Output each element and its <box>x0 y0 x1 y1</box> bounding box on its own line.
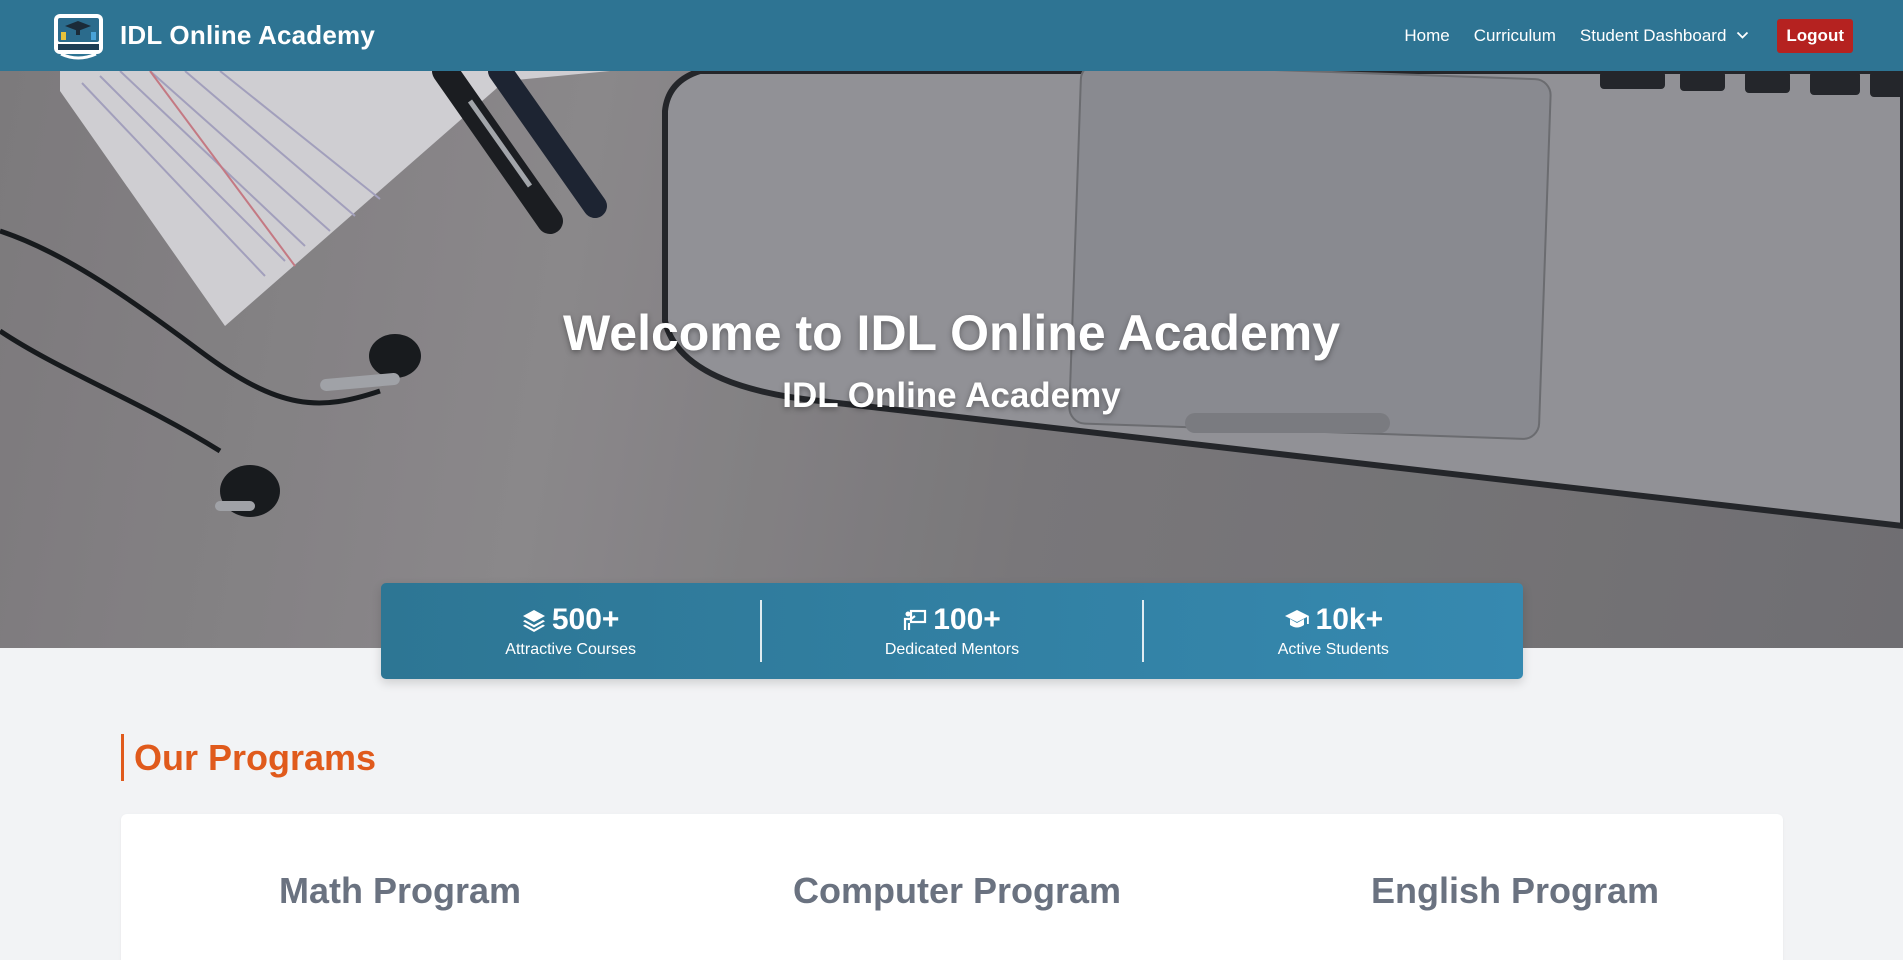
academy-logo-icon <box>51 10 106 62</box>
stats-bar: 500+ Attractive Courses 100+ Dedicated M… <box>381 583 1523 679</box>
stat-courses-label: Attractive Courses <box>505 641 637 658</box>
layers-icon <box>522 608 546 632</box>
nav-link-curriculum[interactable]: Curriculum <box>1474 26 1556 46</box>
nav-link-home[interactable]: Home <box>1404 26 1449 46</box>
nav-link-student-dashboard[interactable]: Student Dashboard <box>1580 26 1750 46</box>
stat-students: 10k+ Active Students <box>1144 603 1523 659</box>
programs-heading: Our Programs <box>121 734 376 781</box>
stat-mentors-label: Dedicated Mentors <box>884 641 1020 658</box>
navbar: IDL Online Academy Home Curriculum Stude… <box>0 0 1903 71</box>
programs-card: Math Program Computer Program English Pr… <box>121 814 1783 960</box>
nav-links: Home Curriculum Student Dashboard Logout <box>1404 0 1853 71</box>
stat-mentors: 100+ Dedicated Mentors <box>762 603 1141 659</box>
program-computer[interactable]: Computer Program <box>793 870 1121 912</box>
stat-courses: 500+ Attractive Courses <box>381 603 760 659</box>
stat-students-label: Active Students <box>1277 641 1389 658</box>
logout-button[interactable]: Logout <box>1777 18 1853 53</box>
hero-subtitle: IDL Online Academy <box>782 376 1121 415</box>
brand-name: IDL Online Academy <box>120 20 376 50</box>
mentor-icon <box>903 608 927 632</box>
brand[interactable]: IDL Online Academy <box>51 10 375 62</box>
program-math[interactable]: Math Program <box>279 870 521 912</box>
hero-title: Welcome to IDL Online Academy <box>562 305 1341 361</box>
graduation-cap-icon <box>1284 609 1310 631</box>
stat-students-value: 10k+ <box>1315 603 1384 636</box>
stat-courses-value: 500+ <box>551 603 620 636</box>
hero-banner: Welcome to IDL Online Academy IDL Online… <box>0 71 1903 648</box>
stat-mentors-value: 100+ <box>933 603 1001 636</box>
program-english[interactable]: English Program <box>1371 870 1659 912</box>
nav-link-student-dashboard-label: Student Dashboard <box>1579 25 1727 45</box>
chevron-down-icon <box>1736 31 1749 40</box>
